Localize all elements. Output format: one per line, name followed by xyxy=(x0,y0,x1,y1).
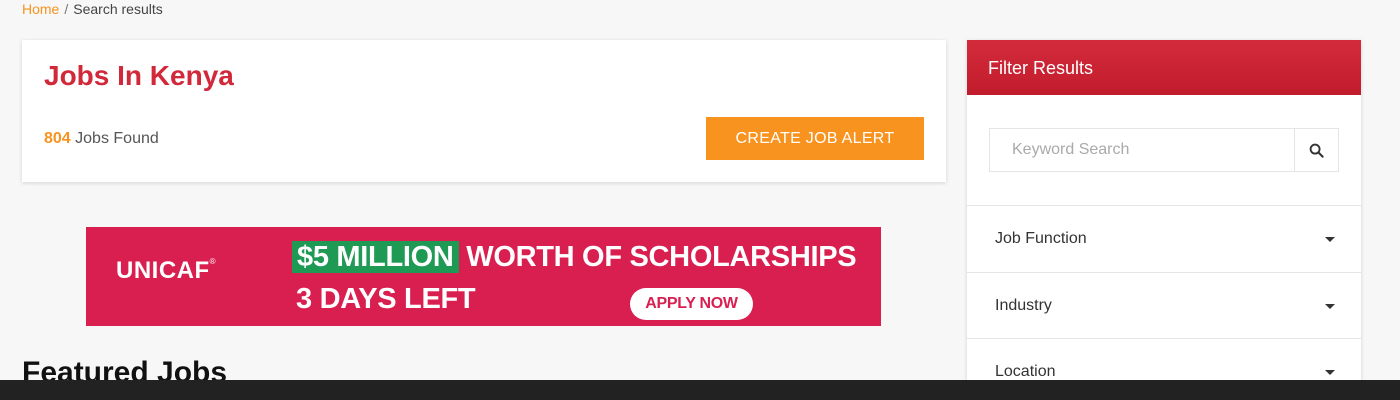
filter-location-label: Location xyxy=(995,363,1056,380)
breadcrumb: Home / Search results xyxy=(22,1,163,17)
filter-panel: Filter Results Job Function Industry Loc… xyxy=(967,40,1361,400)
filter-industry[interactable]: Industry xyxy=(967,272,1361,338)
banner-apply-button[interactable]: APPLY NOW xyxy=(630,288,753,320)
caret-down-icon xyxy=(1325,304,1335,309)
breadcrumb-home-link[interactable]: Home xyxy=(22,1,59,17)
filter-panel-header: Filter Results xyxy=(967,40,1361,95)
caret-down-icon xyxy=(1325,370,1335,375)
filter-job-function[interactable]: Job Function xyxy=(967,205,1361,271)
unicaf-logo-mark: ® xyxy=(209,257,217,266)
jobs-count: 804 Jobs Found xyxy=(44,130,159,148)
unicaf-logo: UNICAF® xyxy=(116,257,216,285)
jobs-count-label: Jobs Found xyxy=(70,130,159,147)
search-button[interactable] xyxy=(1294,129,1338,171)
unicaf-logo-text: UNICAF xyxy=(116,257,210,284)
banner-headline: $5 MILLION WORTH OF SCHOLARSHIPS xyxy=(292,241,857,274)
banner-deadline: 3 DAYS LEFT xyxy=(296,283,476,315)
banner-headline-rest: WORTH OF SCHOLARSHIPS xyxy=(458,241,857,273)
page-title: Jobs In Kenya xyxy=(44,60,234,91)
search-icon xyxy=(1309,143,1324,158)
scholarship-ad-banner[interactable]: UNICAF® $5 MILLION WORTH OF SCHOLARSHIPS… xyxy=(86,227,881,326)
caret-down-icon xyxy=(1325,237,1335,242)
keyword-search-input[interactable] xyxy=(990,129,1295,171)
breadcrumb-separator: / xyxy=(64,1,69,17)
bottom-overlay-bar xyxy=(0,380,1400,400)
create-job-alert-button[interactable]: CREATE JOB ALERT xyxy=(706,117,924,160)
results-summary-card: Jobs In Kenya 804 Jobs Found CREATE JOB … xyxy=(22,40,946,182)
jobs-count-number: 804 xyxy=(44,130,71,147)
filter-industry-label: Industry xyxy=(995,297,1052,314)
filter-job-function-label: Job Function xyxy=(995,230,1087,247)
breadcrumb-current: Search results xyxy=(73,1,163,17)
banner-highlight: $5 MILLION xyxy=(292,241,459,273)
keyword-search xyxy=(989,128,1339,172)
